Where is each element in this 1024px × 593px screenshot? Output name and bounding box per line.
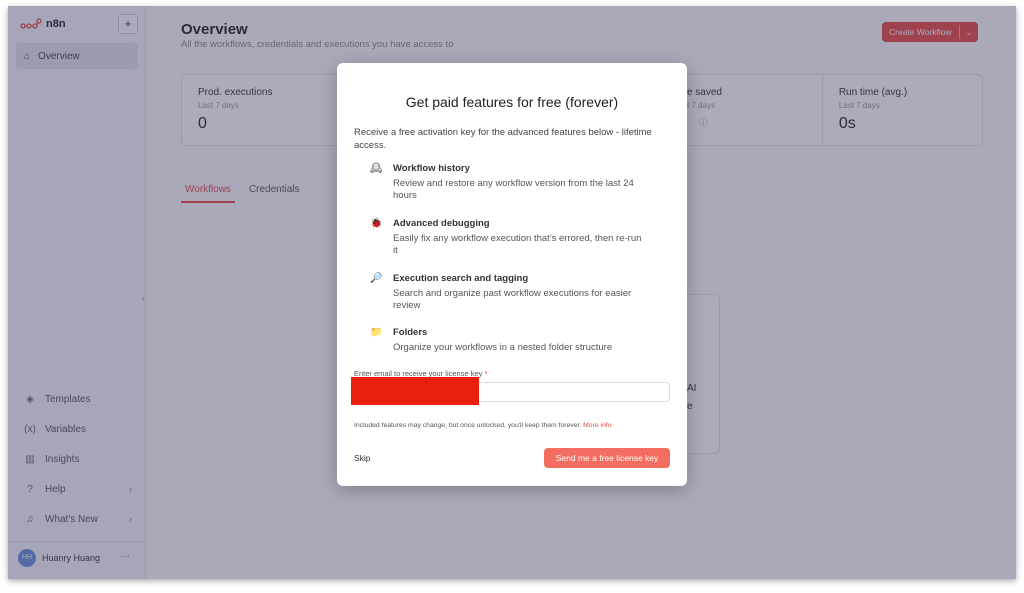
feature-title: Advanced debugging [393, 218, 490, 229]
skip-button[interactable]: Skip [354, 453, 371, 463]
feature-description: Search and organize past workflow execut… [393, 288, 632, 311]
more-info-link[interactable]: More info [583, 422, 611, 429]
modal-title: Get paid features for free (forever) [405, 94, 619, 110]
redaction-block [351, 377, 479, 405]
feature-title: Folders [393, 327, 428, 338]
send-license-key-button[interactable]: Send me a free license key [544, 448, 670, 468]
feature-description: Organize your workflows in a nested fold… [393, 342, 613, 353]
disclaimer: Included features may change, but once u… [354, 422, 611, 429]
bug-icon: 🐞 [370, 218, 383, 229]
required-mark: * [484, 369, 488, 378]
magnifier-icon: 🔎 [370, 273, 383, 284]
feature-title: Workflow history [393, 163, 470, 174]
clock-icon: 🕰 [370, 163, 383, 174]
feature-description: Easily fix any workflow execution that's… [393, 233, 642, 256]
license-modal: Get paid features for free (forever) Rec… [337, 63, 687, 486]
feature-description: Review and restore any workflow version … [393, 178, 634, 201]
feature-title: Execution search and tagging [393, 273, 529, 284]
disclaimer-text: Included features may change, but once u… [354, 422, 582, 429]
folder-icon: 📁 [370, 327, 383, 338]
modal-intro: Receive a free activation key for the ad… [354, 127, 652, 151]
